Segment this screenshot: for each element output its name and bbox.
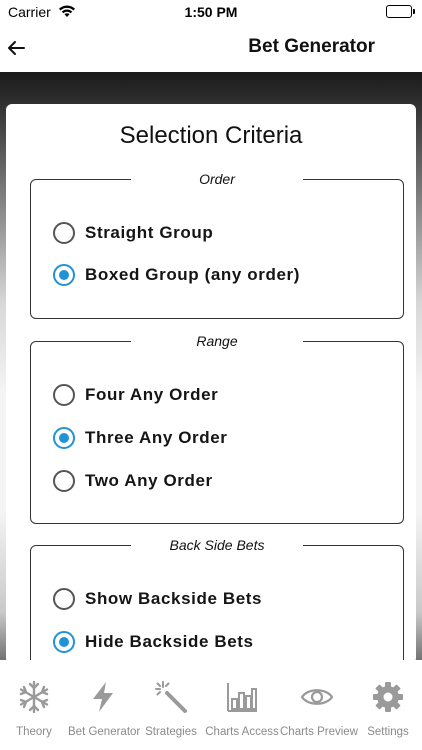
radio-option-two-any-order[interactable]: Two Any Order	[53, 468, 213, 494]
radio-option-boxed-group[interactable]: Boxed Group (any order)	[53, 262, 300, 288]
eye-icon	[300, 680, 334, 714]
tab-label: Charts Access	[205, 726, 279, 738]
card-title: Selection Criteria	[119, 122, 303, 149]
radio-button-selected[interactable]	[53, 264, 75, 286]
tab-label: Theory	[16, 726, 52, 738]
tab-theory[interactable]: Theory	[0, 660, 68, 744]
radio-label: Show Backside Bets	[85, 589, 263, 608]
radio-button-selected[interactable]	[53, 631, 75, 653]
tab-label: Charts Preview	[280, 726, 358, 738]
selection-criteria-card: Selection Criteria Order Straight Group …	[6, 104, 416, 664]
navigation-bar: Bet Generator	[0, 26, 422, 70]
lightning-icon	[86, 680, 120, 714]
radio-label: Two Any Order	[85, 471, 213, 490]
range-group-legend: Range	[131, 333, 303, 351]
radio-option-three-any-order[interactable]: Three Any Order	[53, 425, 228, 451]
radio-option-hide-backside-bets[interactable]: Hide Backside Bets	[53, 629, 254, 655]
tab-bet-generator[interactable]: Bet Generator	[68, 660, 141, 744]
radio-label: Three Any Order	[85, 428, 228, 447]
radio-button[interactable]	[53, 588, 75, 610]
order-group-legend: Order	[131, 171, 303, 189]
tab-label: Strategies	[145, 726, 197, 738]
tab-charts-access[interactable]: Charts Access	[204, 660, 280, 744]
radio-label: Hide Backside Bets	[85, 632, 254, 651]
tab-bar: Theory Bet Generator Strategies Charts A…	[0, 660, 422, 750]
radio-option-straight-group[interactable]: Straight Group	[53, 220, 213, 246]
radio-label: Boxed Group (any order)	[85, 265, 300, 284]
status-bar: Carrier 1:50 PM	[0, 0, 422, 26]
back-arrow-icon[interactable]	[4, 34, 28, 62]
radio-button-selected[interactable]	[53, 427, 75, 449]
snowflake-icon	[17, 680, 51, 714]
tab-label: Settings	[367, 726, 409, 738]
radio-button[interactable]	[53, 222, 75, 244]
battery-icon	[386, 5, 415, 18]
radio-button[interactable]	[53, 384, 75, 406]
range-group: Range Four Any Order Three Any Order Two…	[30, 333, 404, 524]
bar-chart-icon	[225, 680, 259, 714]
radio-option-show-backside-bets[interactable]: Show Backside Bets	[53, 586, 262, 612]
back-side-bets-group-legend: Back Side Bets	[131, 537, 303, 555]
tab-label: Bet Generator	[68, 726, 141, 738]
radio-label: Four Any Order	[85, 385, 219, 404]
gear-icon	[371, 680, 405, 714]
radio-button[interactable]	[53, 470, 75, 492]
radio-option-four-any-order[interactable]: Four Any Order	[53, 382, 218, 408]
clock: 1:50 PM	[184, 4, 238, 20]
tab-strategies[interactable]: Strategies	[138, 660, 204, 744]
radio-label: Straight Group	[85, 223, 214, 242]
magic-wand-icon	[154, 680, 188, 714]
page-title: Bet Generator	[248, 36, 375, 57]
order-group: Order Straight Group Boxed Group (any or…	[30, 171, 404, 319]
tab-settings[interactable]: Settings	[354, 660, 422, 744]
tab-charts-preview[interactable]: Charts Preview	[280, 660, 358, 744]
back-side-bets-group: Back Side Bets Show Backside Bets Hide B…	[30, 537, 404, 664]
